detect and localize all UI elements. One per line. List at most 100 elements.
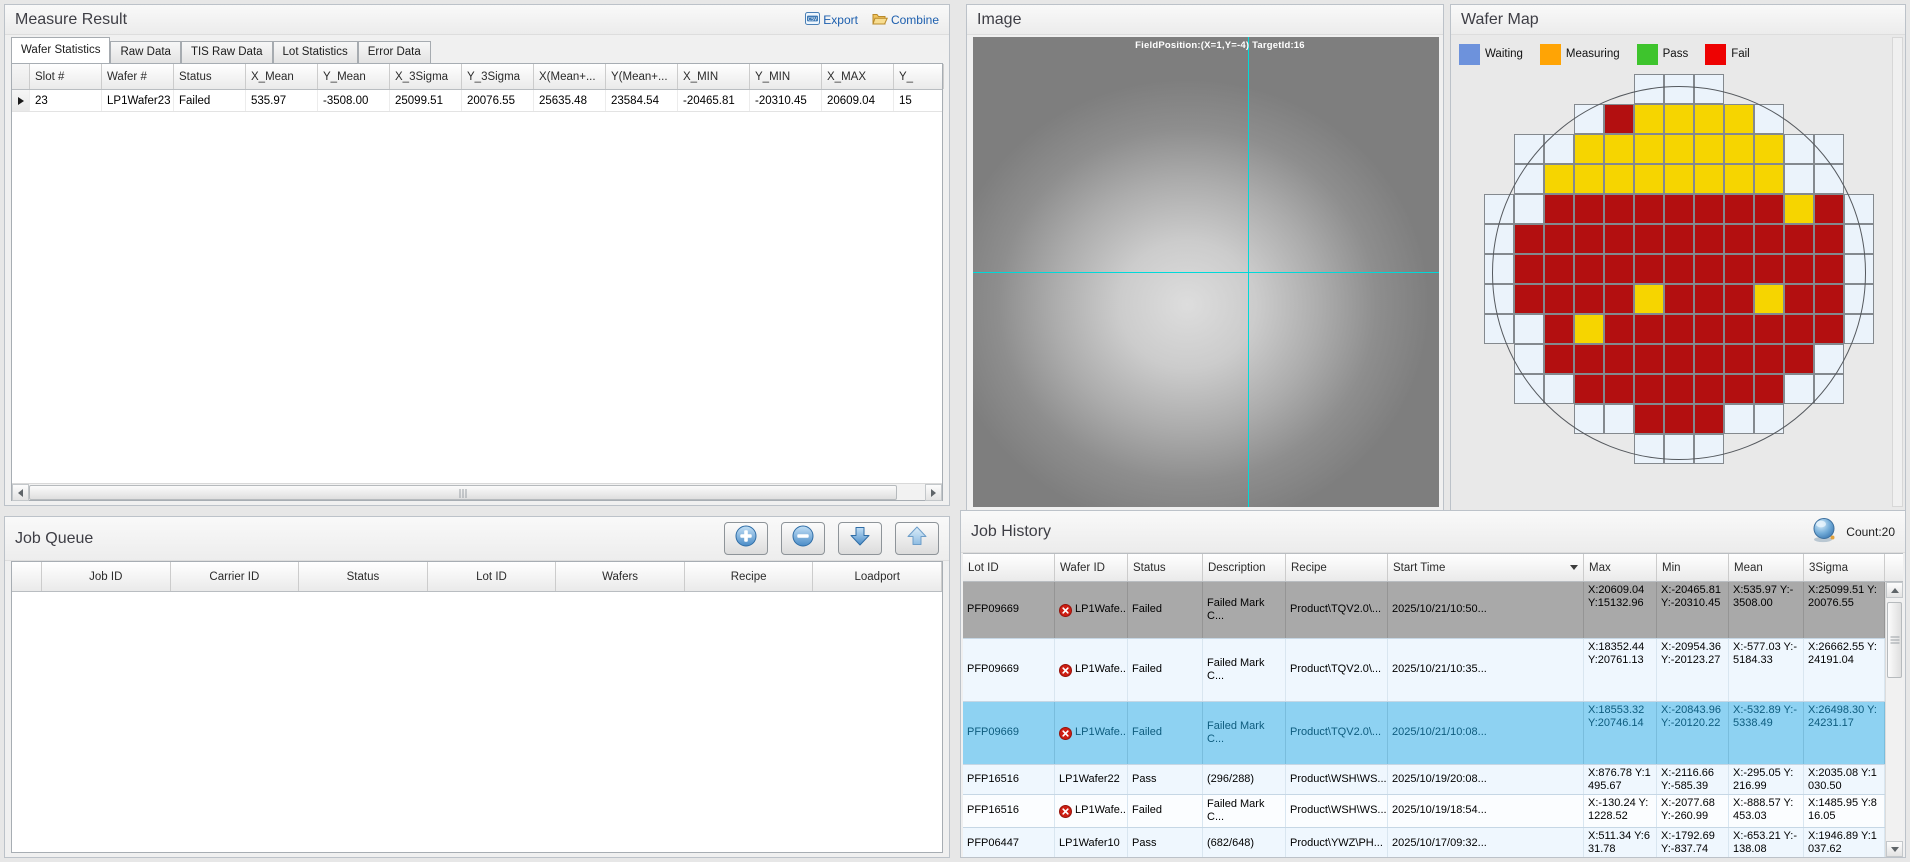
wafer-die-yellow[interactable] bbox=[1694, 104, 1724, 134]
wafer-die-fail[interactable] bbox=[1664, 344, 1694, 374]
column-header-x-mean[interactable]: X(Mean+... bbox=[534, 64, 606, 89]
wafer-die-fail[interactable] bbox=[1604, 284, 1634, 314]
wafer-die-empty[interactable] bbox=[1514, 134, 1544, 164]
wafer-die-empty[interactable] bbox=[1604, 404, 1634, 434]
wafer-die-fail[interactable] bbox=[1604, 224, 1634, 254]
column-header-slot[interactable]: Slot # bbox=[30, 64, 102, 89]
wafer-die-empty[interactable] bbox=[1664, 434, 1694, 464]
job-history-row[interactable]: PFP16516LP1Wafe...FailedFailed Mark C...… bbox=[963, 795, 1885, 828]
wafer-die-empty[interactable] bbox=[1784, 374, 1814, 404]
scroll-down-button[interactable] bbox=[1886, 841, 1903, 857]
tab-wafer-statistics[interactable]: Wafer Statistics bbox=[11, 37, 110, 63]
wafer-die-fail[interactable] bbox=[1814, 314, 1844, 344]
job-history-row[interactable]: PFP06447LP1Wafer10Pass(682/648)Product\Y… bbox=[963, 828, 1885, 857]
wafer-die-fail[interactable] bbox=[1604, 254, 1634, 284]
column-header-3sigma[interactable]: 3Sigma bbox=[1804, 554, 1885, 581]
wafer-die-empty[interactable] bbox=[1844, 194, 1874, 224]
wafer-die-yellow[interactable] bbox=[1634, 284, 1664, 314]
wafer-die-fail[interactable] bbox=[1544, 194, 1574, 224]
wafer-die-fail[interactable] bbox=[1544, 344, 1574, 374]
scrollbar-thumb[interactable] bbox=[29, 485, 897, 500]
wafer-die-fail[interactable] bbox=[1754, 194, 1784, 224]
wafer-die-fail[interactable] bbox=[1544, 254, 1574, 284]
wafer-die-fail[interactable] bbox=[1634, 344, 1664, 374]
wafer-die-fail[interactable] bbox=[1694, 284, 1724, 314]
wafer-die-empty[interactable] bbox=[1544, 134, 1574, 164]
vertical-scrollbar[interactable] bbox=[1885, 582, 1903, 857]
column-header-x-mean[interactable]: X_Mean bbox=[246, 64, 318, 89]
wafer-die-fail[interactable] bbox=[1724, 314, 1754, 344]
wafer-die-fail[interactable] bbox=[1574, 224, 1604, 254]
wafer-die-fail[interactable] bbox=[1694, 374, 1724, 404]
wafer-die-empty[interactable] bbox=[1514, 164, 1544, 194]
wafer-die-empty[interactable] bbox=[1484, 254, 1514, 284]
wafer-die-yellow[interactable] bbox=[1754, 134, 1784, 164]
wafer-die-empty[interactable] bbox=[1694, 434, 1724, 464]
combine-button[interactable]: Combine bbox=[872, 12, 939, 28]
wafer-die-yellow[interactable] bbox=[1724, 104, 1754, 134]
wafer-die-yellow[interactable] bbox=[1694, 134, 1724, 164]
wafer-die-yellow[interactable] bbox=[1634, 104, 1664, 134]
column-header-job-id[interactable]: Job ID bbox=[42, 562, 171, 591]
wafer-die-yellow[interactable] bbox=[1784, 194, 1814, 224]
wafer-die-empty[interactable] bbox=[1754, 404, 1784, 434]
job-history-row[interactable]: PFP09669LP1Wafe...FailedFailed Mark C...… bbox=[963, 582, 1885, 639]
wafer-die-fail[interactable] bbox=[1694, 344, 1724, 374]
wafer-die-empty[interactable] bbox=[1784, 164, 1814, 194]
wafer-die-empty[interactable] bbox=[1574, 404, 1604, 434]
wafer-die-fail[interactable] bbox=[1814, 224, 1844, 254]
column-header-y-mean[interactable]: Y(Mean+... bbox=[606, 64, 678, 89]
wafer-die-empty[interactable] bbox=[1634, 434, 1664, 464]
wafer-die-fail[interactable] bbox=[1724, 224, 1754, 254]
wafer-die-fail[interactable] bbox=[1814, 254, 1844, 284]
column-header-x-max[interactable]: X_MAX bbox=[822, 64, 894, 89]
tab-error-data[interactable]: Error Data bbox=[358, 41, 431, 63]
wafer-die-fail[interactable] bbox=[1664, 254, 1694, 284]
wafer-die-yellow[interactable] bbox=[1664, 134, 1694, 164]
wafer-die-yellow[interactable] bbox=[1574, 134, 1604, 164]
wafer-die-fail[interactable] bbox=[1574, 344, 1604, 374]
wafer-die-fail[interactable] bbox=[1724, 284, 1754, 314]
horizontal-scrollbar[interactable] bbox=[12, 483, 942, 500]
wafer-die-fail[interactable] bbox=[1604, 344, 1634, 374]
column-header-mean[interactable]: Mean bbox=[1729, 554, 1804, 581]
wafer-die-fail[interactable] bbox=[1724, 344, 1754, 374]
wafer-die-fail[interactable] bbox=[1664, 314, 1694, 344]
wafer-die-fail[interactable] bbox=[1724, 374, 1754, 404]
column-header-wafer[interactable]: Wafer # bbox=[102, 64, 174, 89]
wafer-die-fail[interactable] bbox=[1634, 224, 1664, 254]
wafer-die-fail[interactable] bbox=[1514, 254, 1544, 284]
wafer-die-empty[interactable] bbox=[1664, 74, 1694, 104]
wafer-die-fail[interactable] bbox=[1574, 194, 1604, 224]
wafer-die-fail[interactable] bbox=[1694, 254, 1724, 284]
column-header-x-3sigma[interactable]: X_3Sigma bbox=[390, 64, 462, 89]
wafer-die-fail[interactable] bbox=[1514, 284, 1544, 314]
wafer-die-fail[interactable] bbox=[1574, 254, 1604, 284]
tab-lot-statistics[interactable]: Lot Statistics bbox=[273, 41, 358, 63]
column-header-y-3sigma[interactable]: Y_3Sigma bbox=[462, 64, 534, 89]
wafer-die-empty[interactable] bbox=[1514, 344, 1544, 374]
wafer-die-yellow[interactable] bbox=[1664, 164, 1694, 194]
wafer-die-fail[interactable] bbox=[1664, 404, 1694, 434]
wafer-die-fail[interactable] bbox=[1664, 284, 1694, 314]
move-up-button[interactable] bbox=[895, 522, 939, 555]
column-header-lot-id[interactable]: Lot ID bbox=[428, 562, 557, 591]
wafer-die-fail[interactable] bbox=[1754, 314, 1784, 344]
wafer-die-fail[interactable] bbox=[1664, 194, 1694, 224]
camera-image[interactable]: FieldPosition:(X=1,Y=-4) TargetId:16 bbox=[973, 37, 1439, 507]
add-button[interactable] bbox=[724, 522, 768, 555]
wafer-die-empty[interactable] bbox=[1844, 224, 1874, 254]
column-header-min[interactable]: Min bbox=[1657, 554, 1729, 581]
wafer-die-yellow[interactable] bbox=[1574, 314, 1604, 344]
wafer-die-fail[interactable] bbox=[1694, 314, 1724, 344]
wafer-die-yellow[interactable] bbox=[1694, 164, 1724, 194]
wafer-die-empty[interactable] bbox=[1484, 314, 1514, 344]
wafer-die-empty[interactable] bbox=[1814, 164, 1844, 194]
wafer-die-empty[interactable] bbox=[1484, 284, 1514, 314]
wafer-die-fail[interactable] bbox=[1604, 104, 1634, 134]
wafer-die-fail[interactable] bbox=[1604, 194, 1634, 224]
wafer-die-empty[interactable] bbox=[1814, 344, 1844, 374]
column-header-x-min[interactable]: X_MIN bbox=[678, 64, 750, 89]
wafer-die-empty[interactable] bbox=[1484, 224, 1514, 254]
column-header-lot-id[interactable]: Lot ID bbox=[963, 554, 1055, 581]
